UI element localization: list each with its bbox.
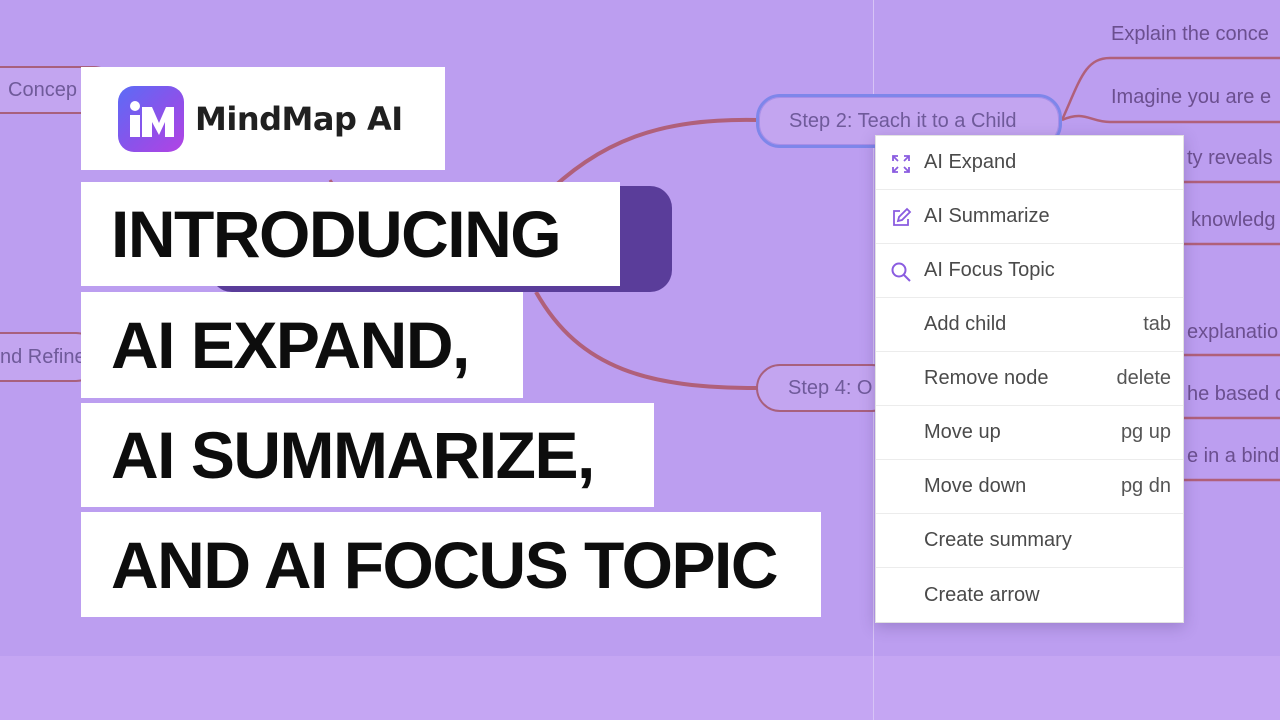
menu-item-label: Create summary [924,529,1072,551]
menu-item-ai-focus-topic[interactable]: AI Focus Topic [876,244,1183,298]
node-right-7[interactable]: e in a bind [1187,445,1280,468]
menu-item-shortcut: tab [1143,313,1171,335]
menu-item-shortcut: pg up [1120,421,1171,443]
headline-line-1: INTRODUCING [81,182,620,286]
node-right-5[interactable]: explanatio [1187,321,1280,344]
node-right-3[interactable]: ty reveals [1187,147,1280,170]
menu-item-label: Create arrow [924,583,1040,606]
menu-item-label: AI Summarize [924,205,1050,227]
menu-item-move-down[interactable]: Move down pg dn [876,460,1183,514]
brand-name: MindMap AI [195,99,403,138]
search-icon [891,262,911,282]
expand-icon [892,155,910,173]
node-label: Concep [8,78,77,101]
menu-item-label: AI Expand [924,151,1017,173]
brand-card: MindMap AI [81,67,445,170]
node-right-6[interactable]: he based o [1187,383,1280,406]
connector-right-2 [1061,114,1280,124]
menu-item-label: Remove node [924,367,1049,389]
connector-step4 [534,291,759,390]
menu-item-create-arrow[interactable]: Create arrow [876,568,1183,622]
menu-item-label: AI Focus Topic [924,259,1055,281]
node-label: Step 2: Teach it to a Child [789,109,1017,132]
menu-item-label: Move down [924,475,1027,497]
menu-item-ai-expand[interactable]: AI Expand [876,136,1183,190]
headline-line-4: AND AI FOCUS TOPIC [81,512,821,617]
menu-item-remove-node[interactable]: Remove node delete [876,352,1183,406]
headline-line-3: AI SUMMARIZE, [81,403,654,507]
headline-line-2: AI EXPAND, [81,292,523,398]
menu-item-label: Add child [924,313,1007,335]
edit-icon [893,207,912,226]
menu-item-ai-summarize[interactable]: AI Summarize [876,190,1183,244]
node-label: Step 4: O [788,376,873,399]
menu-item-create-summary[interactable]: Create summary [876,514,1183,568]
menu-item-add-child[interactable]: Add child tab [876,298,1183,352]
menu-item-shortcut: pg dn [1120,475,1171,497]
node-right-1[interactable]: Explain the conce [1111,23,1280,46]
menu-item-shortcut: delete [1116,367,1172,389]
node-context-menu: AI Expand AI Summarize AI Focus Topic Ad… [875,135,1184,623]
mindmap-logo-icon [118,85,184,152]
node-right-2[interactable]: Imagine you are e [1111,86,1280,109]
menu-item-move-up[interactable]: Move up pg up [876,406,1183,460]
node-right-4[interactable]: knowledg [1191,209,1280,232]
node-label: nd Refine [0,345,86,368]
menu-item-label: Move up [924,421,1001,443]
